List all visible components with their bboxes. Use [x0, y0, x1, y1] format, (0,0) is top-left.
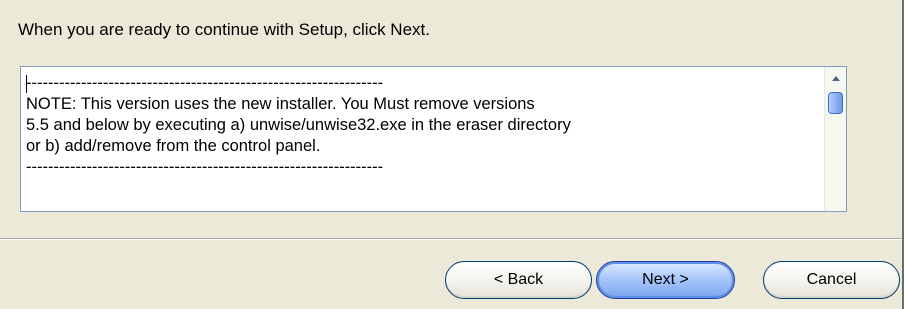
vertical-scrollbar[interactable] — [824, 67, 846, 211]
setup-wizard-page: When you are ready to continue with Setu… — [0, 0, 904, 309]
info-memo[interactable]: ----------------------------------------… — [20, 66, 847, 212]
separator-line — [0, 238, 902, 240]
memo-line: or b) add/remove from the control panel. — [26, 137, 321, 155]
memo-line: ----------------------------------------… — [26, 74, 384, 92]
scroll-up-arrow-icon[interactable] — [827, 70, 844, 87]
memo-line: NOTE: This version uses the new installe… — [26, 95, 535, 113]
memo-line: 5.5 and below by executing a) unwise/unw… — [26, 116, 571, 134]
cancel-button[interactable]: Cancel — [763, 261, 900, 299]
memo-line: ----------------------------------------… — [26, 158, 384, 176]
instruction-text: When you are ready to continue with Setu… — [18, 20, 430, 39]
next-button[interactable]: Next > — [596, 261, 735, 299]
back-button[interactable]: < Back — [445, 261, 592, 299]
memo-content: ----------------------------------------… — [26, 73, 806, 178]
scroll-thumb[interactable] — [828, 92, 843, 114]
